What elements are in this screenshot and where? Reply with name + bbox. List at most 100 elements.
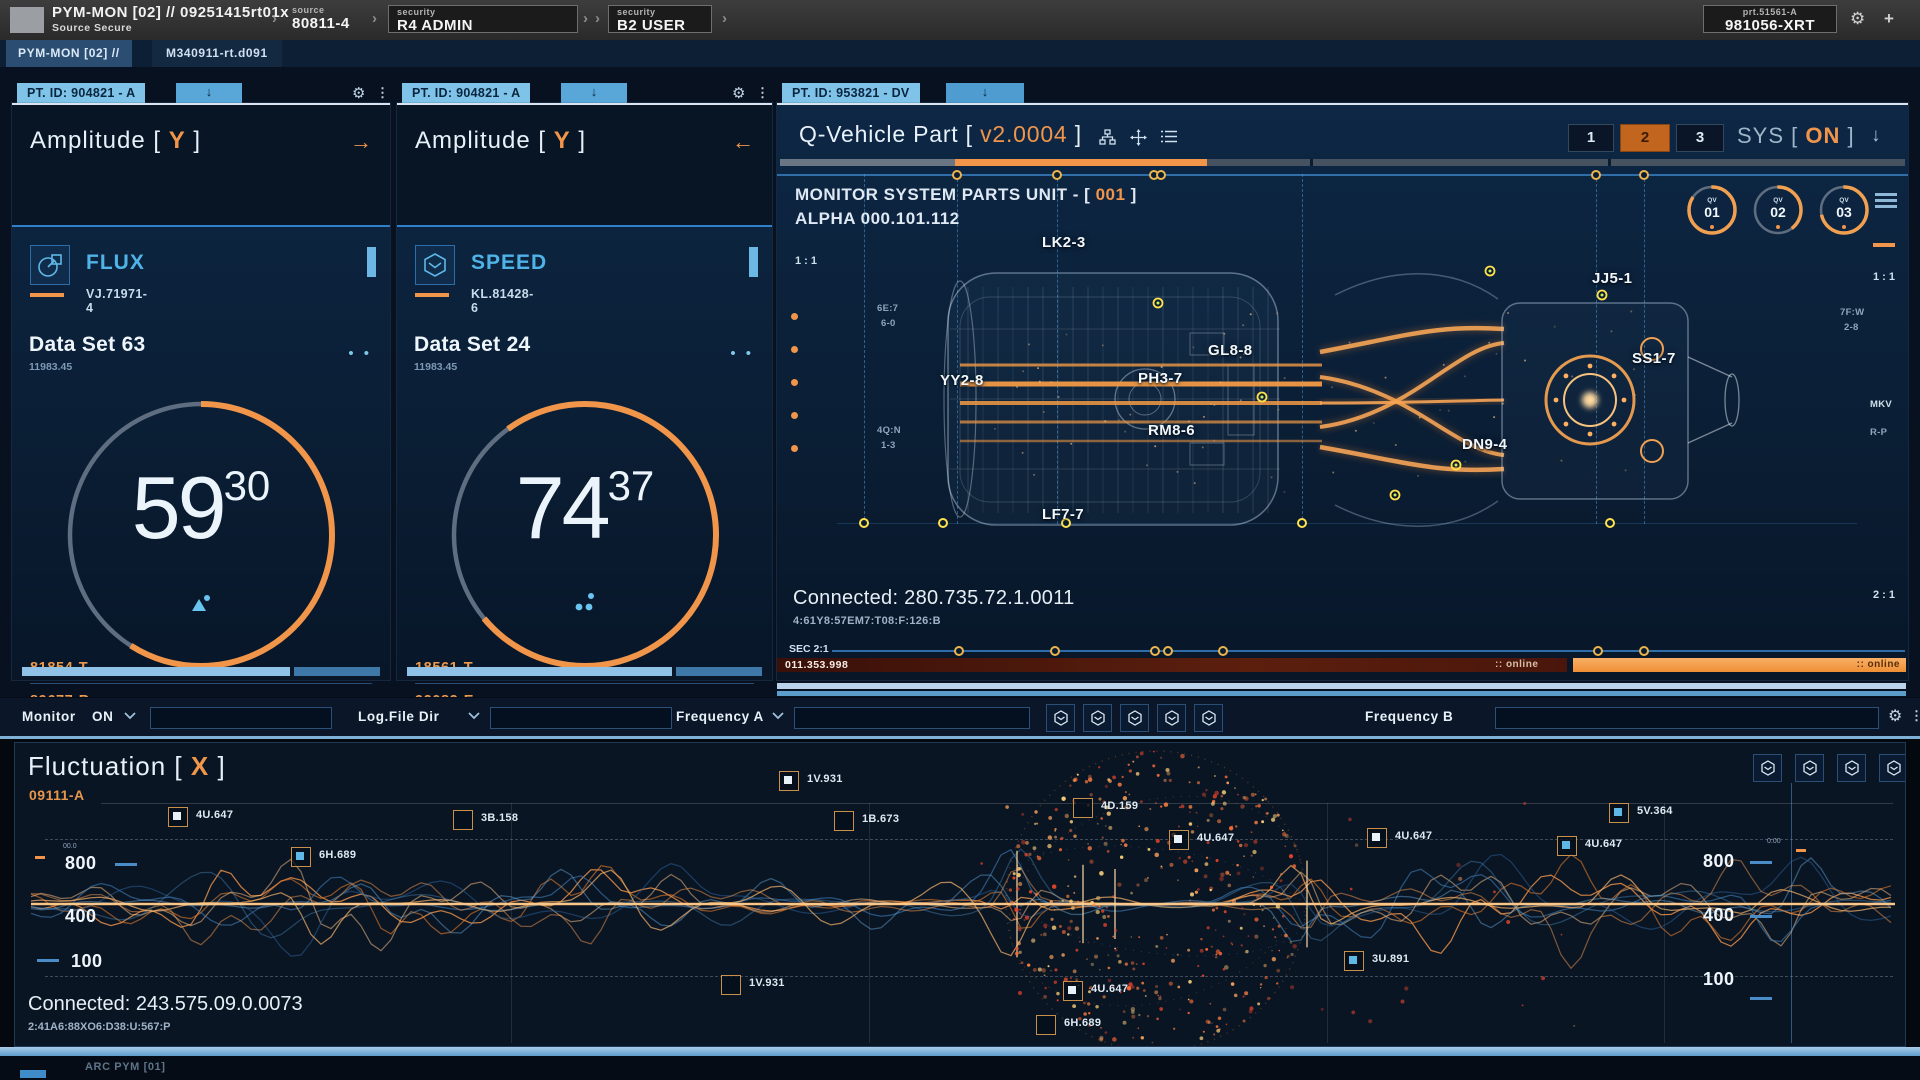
side-label: R-P xyxy=(1870,427,1887,438)
scale-bottom-right: 2 : 1 xyxy=(1873,589,1895,601)
qv-num: 03 xyxy=(1817,204,1871,220)
part-label[interactable]: SS1-7 xyxy=(1632,350,1676,367)
part-label[interactable]: GL8-8 xyxy=(1208,342,1253,359)
flux-code: VJ.71971-4 xyxy=(86,287,147,315)
speed-mini-scrollbar[interactable] xyxy=(749,247,758,277)
panel2-kebab-icon[interactable]: ⋮ xyxy=(756,85,769,101)
axis-left-400: 400 xyxy=(65,906,97,927)
axis-tick xyxy=(1750,861,1772,864)
title-post: ] xyxy=(193,127,201,154)
layer-button-1[interactable] xyxy=(1046,704,1075,732)
freq-a-input[interactable] xyxy=(794,707,1030,729)
box-icon xyxy=(1886,760,1902,776)
tab-document[interactable]: M340911-rt.d091 xyxy=(152,40,282,67)
layer-button-2[interactable] xyxy=(1083,704,1112,732)
panel3-download-tab[interactable]: ↓ xyxy=(946,83,1024,103)
axis-value: Y xyxy=(169,127,186,154)
part-label[interactable]: JJ5-1 xyxy=(1592,270,1632,287)
part-label[interactable]: LK2-3 xyxy=(1042,234,1086,251)
bottom-scrollbar[interactable] xyxy=(0,1047,1920,1056)
part-label[interactable]: DN9-4 xyxy=(1462,436,1507,453)
speed-scrollbar[interactable] xyxy=(407,667,762,676)
tab-pym-mon[interactable]: PYM-MON [02] // xyxy=(6,40,132,67)
control-kebab-icon[interactable]: ⋮ xyxy=(1910,708,1920,724)
panel-speed-title: Amplitude [ Y ] xyxy=(415,127,586,155)
axis-right-800: 800 xyxy=(1703,851,1735,872)
qv-gauge-3[interactable]: QV 03 xyxy=(1817,183,1871,237)
security-admin-label: security xyxy=(397,7,569,17)
qv-gauge-2[interactable]: QV 02 xyxy=(1751,183,1805,237)
panel2-pt-id-tab[interactable]: PT. ID: 904821 - A xyxy=(402,83,530,103)
layer-button-5[interactable] xyxy=(1194,704,1223,732)
control-gear-icon[interactable]: ⚙ xyxy=(1888,706,1902,726)
panel3-pt-id-tab[interactable]: PT. ID: 953821 - DV xyxy=(782,83,920,103)
flux-scrollbar[interactable] xyxy=(22,667,380,676)
flux-pager-dots[interactable]: • • xyxy=(348,345,372,362)
grid-node xyxy=(1163,646,1173,656)
window-chip[interactable] xyxy=(10,7,44,33)
security-user-box[interactable]: security B2 USER xyxy=(608,5,712,33)
panel1-pt-id-tab[interactable]: PT. ID: 904821 - A xyxy=(17,83,145,103)
vehicle-hash: 4:61Y8:57EM7:T08:F:126:B xyxy=(793,615,941,627)
fluct-layer-button-3[interactable] xyxy=(1837,754,1866,782)
grid-node xyxy=(1591,170,1601,180)
security-admin-box[interactable]: security R4 ADMIN xyxy=(388,5,578,33)
panel2-download-tab[interactable]: ↓ xyxy=(561,83,627,103)
fluct-layer-button-1[interactable] xyxy=(1753,754,1782,782)
freq-a-label: Frequency A xyxy=(676,709,764,724)
box-icon xyxy=(1844,760,1860,776)
fluct-layer-button-4[interactable] xyxy=(1879,754,1906,782)
monitor-value: ON xyxy=(92,709,113,724)
panel1-download-tab[interactable]: ↓ xyxy=(176,83,242,103)
grid-node xyxy=(1593,646,1603,656)
main-area: PT. ID: 904821 - A ↓ ⚙ ⋮ Amplitude [ Y ]… xyxy=(0,67,1920,697)
chevron-down-icon[interactable] xyxy=(772,712,784,720)
app-title: PYM-MON [02] // 09251415rt01x Source Sec… xyxy=(52,4,289,34)
box-icon xyxy=(1201,710,1217,726)
part-label[interactable]: PH3-7 xyxy=(1138,370,1183,387)
breadcrumb-chevron: › xyxy=(372,10,377,27)
box-icon xyxy=(1802,760,1818,776)
fluct-layer-button-2[interactable] xyxy=(1795,754,1824,782)
mini-readout-right: 0:00 xyxy=(1767,838,1781,845)
grid-node xyxy=(1639,170,1649,180)
part-label[interactable]: RM8-6 xyxy=(1148,422,1195,439)
pie-icon xyxy=(31,246,69,284)
hamburger-icon[interactable] xyxy=(1875,193,1897,211)
add-icon[interactable]: + xyxy=(1884,9,1894,29)
flux-value-main: 59 xyxy=(132,458,224,557)
prt-value: 981056-XRT xyxy=(1712,17,1828,34)
freq-b-input[interactable] xyxy=(1495,707,1879,729)
box-icon xyxy=(416,246,454,284)
vehicle-scrollbar-2[interactable] xyxy=(777,691,1906,696)
logfile-input[interactable] xyxy=(490,707,672,729)
part-label[interactable]: YY2-8 xyxy=(940,372,984,389)
qv-gauge-1[interactable]: QV 01 xyxy=(1685,183,1739,237)
vehicle-scrollbar-1[interactable] xyxy=(777,683,1906,689)
scale-top-left: 1 : 1 xyxy=(795,255,817,267)
divider xyxy=(415,683,754,684)
panel1-gear-icon[interactable]: ⚙ xyxy=(352,84,365,102)
layer-button-4[interactable] xyxy=(1157,704,1186,732)
layer-button-3[interactable] xyxy=(1120,704,1149,732)
sec-label: SEC 2:1 xyxy=(789,643,829,655)
speed-value-main: 74 xyxy=(516,458,608,557)
speed-dataset-title: Data Set 24 xyxy=(414,333,531,357)
chevron-down-icon[interactable] xyxy=(124,712,136,720)
speed-pager-dots[interactable]: • • xyxy=(730,345,754,362)
panel1-kebab-icon[interactable]: ⋮ xyxy=(376,85,389,101)
monitor-input[interactable] xyxy=(150,707,332,729)
logfile-label: Log.File Dir xyxy=(358,709,439,724)
status-strip-dark: 011.353.998 :: online xyxy=(777,658,1567,672)
panel2-gear-icon[interactable]: ⚙ xyxy=(732,84,745,102)
flux-mini-scrollbar[interactable] xyxy=(367,247,376,277)
dashed-guide xyxy=(864,174,865,524)
panel-flux-arrow-icon[interactable]: → xyxy=(350,129,372,155)
chevron-down-icon[interactable] xyxy=(468,712,480,720)
speed-dataset-sub: 11983.45 xyxy=(414,361,457,373)
settings-gear-icon[interactable]: ⚙ xyxy=(1850,9,1865,29)
part-label[interactable]: LF7-7 xyxy=(1042,506,1084,523)
panel-speed-arrow-icon[interactable]: ← xyxy=(732,129,754,155)
speed-value-sup: 37 xyxy=(608,462,655,509)
panel-flux-header: Amplitude [ Y ] → xyxy=(12,105,390,227)
